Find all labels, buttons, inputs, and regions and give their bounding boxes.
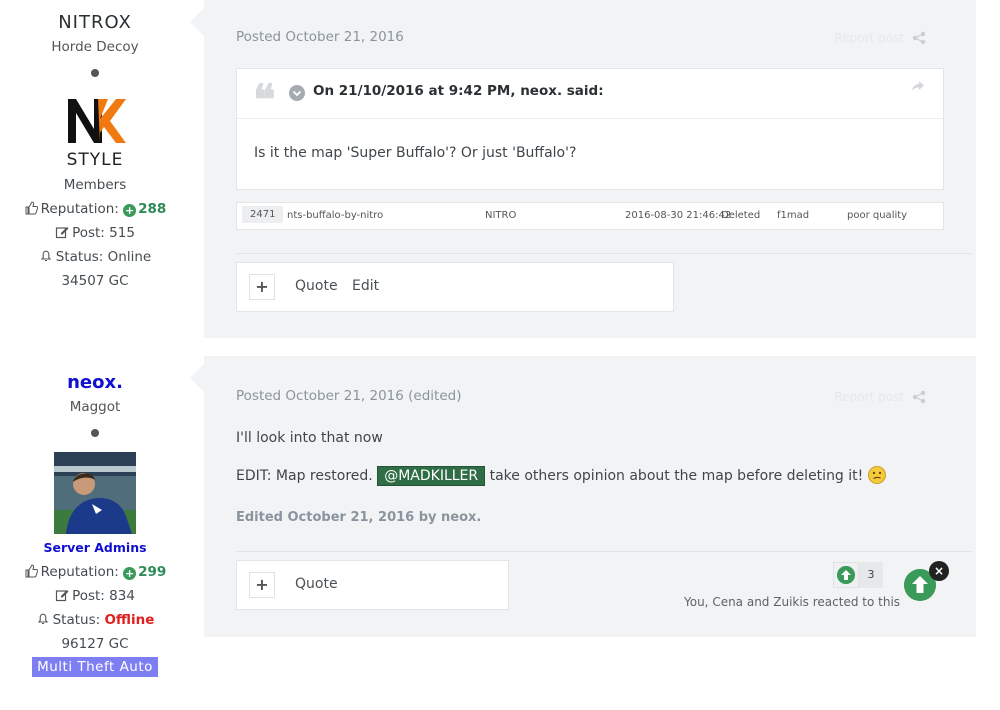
gc-balance: 96127 GC bbox=[61, 636, 129, 652]
posted-label: Posted bbox=[236, 388, 282, 404]
post-meta: Posted October 21, 2016 bbox=[236, 29, 404, 45]
post-count: Post: 515 bbox=[0, 221, 190, 245]
reacted-users[interactable]: You, Cena and Zuikis reacted to this bbox=[684, 595, 900, 609]
post-content: Posted October 21, 2016 Report post ❝ On… bbox=[190, 0, 976, 338]
post-arrow bbox=[190, 8, 204, 36]
share-icon[interactable] bbox=[912, 31, 926, 45]
quote-header: ❝ On 21/10/2016 at 9:42 PM, neox. said: bbox=[237, 69, 943, 124]
status-label: Status: bbox=[55, 249, 104, 265]
thumbs-up-icon bbox=[25, 201, 38, 215]
post-meta: Posted October 21, 2016 (edited) bbox=[236, 388, 461, 404]
quote-block: ❝ On 21/10/2016 at 9:42 PM, neox. said: … bbox=[236, 68, 944, 190]
edited-note: Edited October 21, 2016 by neox. bbox=[236, 510, 482, 525]
post-divider bbox=[236, 551, 972, 552]
avatar-logo-text: STYLE bbox=[67, 150, 124, 170]
post-actions: + Quote bbox=[236, 560, 509, 610]
gc-balance: 34507 GC bbox=[61, 273, 129, 289]
post-count-label: Post: 515 bbox=[72, 225, 135, 241]
author-panel: NITROX Horde Decoy STYLE Members Reputat… bbox=[0, 12, 190, 293]
reaction-count: 3 bbox=[859, 562, 883, 588]
confused-emoji-icon bbox=[867, 466, 886, 484]
report-post-link[interactable]: Report post bbox=[834, 31, 904, 45]
author-rank: Horde Decoy bbox=[51, 39, 139, 55]
author-name[interactable]: neox. bbox=[0, 372, 190, 393]
quote-citation[interactable]: On 21/10/2016 at 9:42 PM, neox. said: bbox=[313, 83, 604, 99]
report-post-link[interactable]: Report post bbox=[834, 390, 904, 404]
close-icon[interactable]: × bbox=[929, 561, 949, 581]
map-state: Deleted bbox=[721, 210, 761, 221]
status-label: Status: bbox=[52, 612, 101, 628]
post-body-line: I'll look into that now bbox=[236, 430, 383, 446]
chevron-down-icon[interactable] bbox=[289, 85, 305, 101]
multiquote-button[interactable]: + bbox=[249, 274, 275, 300]
plus-circle-icon: + bbox=[123, 567, 137, 580]
post-content: Posted October 21, 2016 (edited) Report … bbox=[190, 356, 976, 637]
thumbs-up-icon bbox=[25, 564, 38, 578]
upvote-icon bbox=[837, 566, 855, 584]
reaction-upvote bbox=[833, 562, 859, 588]
edited-tag: (edited) bbox=[408, 388, 462, 404]
post-date[interactable]: October 21, 2016 bbox=[285, 29, 403, 45]
edit-icon bbox=[55, 590, 69, 602]
reaction-summary[interactable]: 3 bbox=[833, 562, 883, 588]
map-id: 2471 bbox=[242, 206, 284, 223]
user-mention[interactable]: @MADKILLER bbox=[377, 466, 486, 486]
quote-button[interactable]: Quote bbox=[295, 278, 338, 294]
map-date: 2016-08-30 21:46:42 bbox=[625, 210, 732, 221]
post-arrow bbox=[190, 364, 204, 392]
reputation: Reputation: +299 bbox=[0, 560, 190, 584]
author-rank: Maggot bbox=[69, 399, 121, 415]
map-resource: nts-buffalo-by-nitro bbox=[287, 210, 384, 221]
post-divider bbox=[236, 253, 972, 254]
author-group: Server Admins bbox=[43, 540, 147, 555]
plus-circle-icon: + bbox=[123, 204, 137, 217]
status: Status: Online bbox=[0, 245, 190, 269]
online-indicator bbox=[91, 429, 99, 437]
author-avatar[interactable]: STYLE bbox=[60, 91, 130, 171]
reputation-label: Reputation: bbox=[40, 201, 119, 217]
post-body-text: EDIT: Map restored. bbox=[236, 468, 373, 484]
quote-button[interactable]: Quote bbox=[295, 576, 338, 592]
quote-text: Is it the map 'Super Buffalo'? Or just '… bbox=[254, 145, 577, 161]
author-name[interactable]: NITROX bbox=[0, 12, 190, 33]
map-author: NITRO bbox=[485, 210, 517, 221]
map-reason: poor quality bbox=[847, 210, 908, 221]
author-avatar[interactable] bbox=[54, 452, 136, 534]
reputation-value: 288 bbox=[138, 201, 167, 217]
post-date[interactable]: October 21, 2016 bbox=[285, 388, 403, 404]
reputation-label: Reputation: bbox=[40, 564, 119, 580]
status-value: Online bbox=[107, 249, 152, 265]
bell-icon bbox=[40, 250, 51, 262]
multiquote-button[interactable]: + bbox=[249, 572, 275, 598]
edit-icon bbox=[55, 227, 69, 239]
reputation: Reputation: +288 bbox=[0, 197, 190, 221]
posted-label: Posted bbox=[236, 29, 282, 45]
post-count: Post: 834 bbox=[0, 584, 190, 608]
post-actions: + Quote Edit bbox=[236, 262, 674, 312]
reputation-value: 299 bbox=[138, 564, 167, 580]
author-panel: neox. Maggot Server Admins Reputation: +… bbox=[0, 372, 190, 677]
edit-button[interactable]: Edit bbox=[352, 278, 379, 294]
status: Status: Offline bbox=[0, 608, 190, 632]
bell-icon bbox=[37, 613, 48, 625]
group-badge: Multi Theft Auto bbox=[32, 657, 158, 677]
status-value: Offline bbox=[104, 612, 155, 628]
map-user: f1mad bbox=[777, 210, 810, 221]
share-arrow-icon[interactable] bbox=[911, 79, 925, 93]
author-group: Members bbox=[63, 177, 127, 193]
post-body-text: take others opinion about the map before… bbox=[489, 468, 864, 484]
online-indicator bbox=[91, 69, 99, 77]
post-body-line: EDIT: Map restored. @MADKILLER take othe… bbox=[236, 466, 886, 486]
post-count-label: Post: 834 bbox=[72, 588, 135, 604]
map-log-row: 2471 nts-buffalo-by-nitro NITRO 2016-08-… bbox=[236, 202, 944, 230]
quote-mark-icon: ❝ bbox=[253, 75, 276, 124]
share-icon[interactable] bbox=[912, 390, 926, 404]
